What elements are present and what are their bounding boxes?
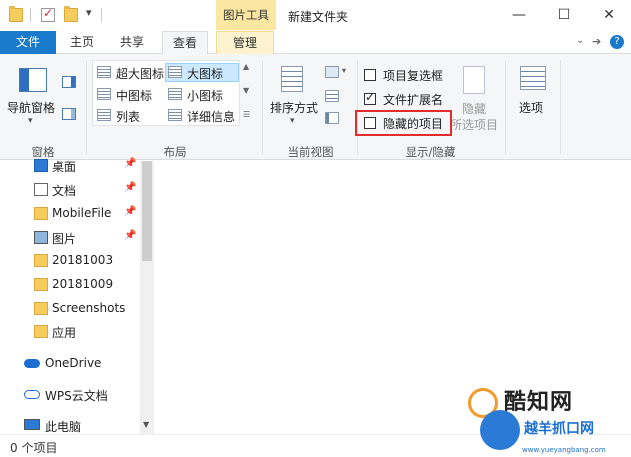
nav-item-pictures[interactable]: 图片 📌 [0, 227, 140, 249]
options-button[interactable]: 选项 [519, 99, 543, 116]
new-folder-icon[interactable] [64, 6, 78, 22]
folder-icon [9, 6, 23, 22]
folder-icon [34, 207, 48, 220]
item-checkboxes-label[interactable]: 项目复选框 [383, 67, 443, 84]
properties-icon[interactable] [41, 6, 55, 22]
tab-manage[interactable]: 管理 [216, 31, 274, 55]
details-pane-icon[interactable] [62, 108, 76, 120]
size-columns-icon[interactable] [325, 112, 339, 124]
chevron-down-icon: ▾ [342, 66, 347, 75]
preview-pane-icon[interactable] [62, 76, 76, 88]
hide-selected-items-icon[interactable] [463, 66, 485, 94]
scroll-down-icon[interactable]: ▼ [143, 420, 149, 429]
sort-by-icon[interactable] [281, 66, 303, 92]
expand-ribbon-icon[interactable]: ⌄ [576, 35, 584, 46]
list-icon [97, 109, 111, 121]
layout-details[interactable]: 详细信息 [187, 108, 235, 125]
gallery-scroll-down-icon[interactable]: ▼ [243, 86, 249, 95]
pin-icon[interactable]: 📌 [124, 158, 136, 169]
current-view-group-label: 当前视图 [287, 145, 334, 159]
navigation-pane-icon[interactable] [19, 68, 47, 92]
navigation-pane-button[interactable]: 导航窗格 [7, 99, 55, 116]
nav-item-documents[interactable]: 文档 📌 [0, 179, 140, 201]
nav-item-onedrive[interactable]: OneDrive [0, 353, 140, 375]
layout-small-icons[interactable]: 小图标 [187, 87, 223, 104]
medium-icons-icon [97, 88, 111, 100]
hide-selected-line2[interactable]: 所选项目 [450, 116, 498, 133]
document-icon [34, 183, 48, 196]
layout-list[interactable]: 列表 [116, 108, 140, 125]
picture-icon [34, 231, 48, 244]
layout-large-icons[interactable]: 大图标 [187, 65, 223, 82]
computer-icon [24, 419, 40, 430]
options-icon[interactable] [520, 66, 546, 90]
watermark-brand: 酷知网 [504, 390, 574, 415]
details-icon [168, 109, 182, 121]
item-checkboxes-checkbox[interactable] [364, 69, 376, 81]
layout-medium-icons[interactable]: 中图标 [116, 87, 152, 104]
help-button[interactable]: ? [610, 35, 624, 49]
folder-icon [34, 254, 48, 267]
ribbon-tabs: 文件 主页 共享 查看 管理 ⌄ ➔ ? [0, 31, 631, 55]
tab-file[interactable]: 文件 [0, 31, 56, 54]
item-count: 0 个项目 [10, 441, 58, 455]
wps-cloud-icon [24, 390, 40, 399]
nav-item-mobilefile[interactable]: MobileFile 📌 [0, 203, 140, 225]
navigation-pane: 桌面 📌 文档 📌 MobileFile 📌 图片 📌 20181003 201… [0, 158, 155, 434]
small-icons-icon [168, 88, 182, 100]
file-extensions-label[interactable]: 文件扩展名 [383, 91, 443, 108]
nav-item-20181003[interactable]: 20181003 [0, 250, 140, 272]
nav-item-20181009[interactable]: 20181009 [0, 274, 140, 296]
quick-access-dropdown-icon[interactable]: ▾ [86, 6, 92, 19]
desktop-icon [34, 159, 48, 172]
chevron-down-icon: ▾ [290, 116, 295, 126]
tab-share[interactable]: 共享 [112, 31, 152, 54]
cloud-icon [24, 359, 40, 368]
gallery-scroll-up-icon[interactable]: ▲ [243, 62, 249, 71]
nav-item-desktop[interactable]: 桌面 📌 [0, 155, 140, 177]
chevron-down-icon: ▾ [28, 116, 33, 126]
watermark-wifi-icon [480, 410, 520, 450]
tab-view[interactable]: 查看 [162, 31, 208, 55]
file-extensions-checkbox[interactable] [364, 90, 376, 105]
pin-icon[interactable]: 📌 [124, 206, 136, 217]
pin-icon[interactable]: 📌 [124, 182, 136, 193]
close-button[interactable]: ✕ [586, 0, 631, 30]
pin-icon[interactable]: 📌 [124, 230, 136, 241]
add-columns-icon[interactable] [325, 90, 339, 102]
hidden-items-highlight [355, 110, 452, 136]
nav-item-screenshots[interactable]: Screenshots [0, 298, 140, 320]
layout-extra-large-icons[interactable]: 超大图标 [116, 65, 164, 82]
maximize-button[interactable]: ☐ [541, 0, 587, 30]
sort-by-button[interactable]: 排序方式 [270, 99, 318, 116]
large-icons-icon [168, 66, 182, 78]
gallery-expand-icon[interactable]: ☰ [243, 110, 250, 119]
nav-item-apps[interactable]: 应用 [0, 321, 140, 343]
hide-selected-line1[interactable]: 隐藏 [462, 100, 486, 117]
nav-scrollbar-thumb[interactable] [142, 161, 152, 261]
minimize-button[interactable]: — [496, 0, 542, 30]
show-hide-group-label: 显示/隐藏 [405, 145, 456, 159]
ribbon: 导航窗格 ▾ 窗格 超大图标 大图标 中图标 小图标 列表 详细信息 ▲ ▼ ☰… [0, 54, 631, 160]
extra-large-icons-icon [97, 66, 111, 78]
folder-icon [34, 325, 48, 338]
group-by-icon[interactable] [325, 66, 339, 78]
folder-icon [34, 278, 48, 291]
tab-home[interactable]: 主页 [62, 31, 102, 54]
window-title: 新建文件夹 [288, 10, 349, 24]
folder-icon [34, 302, 48, 315]
pin-ribbon-icon[interactable]: ➔ [592, 35, 601, 48]
watermark-sub-brand: 越羊抓口网 [524, 421, 594, 437]
watermark-url: www.yueyangbang.com [522, 446, 606, 454]
nav-item-wps-cloud[interactable]: WPS云文档 [0, 384, 140, 406]
picture-tools-context-tab: 图片工具 [216, 0, 276, 30]
